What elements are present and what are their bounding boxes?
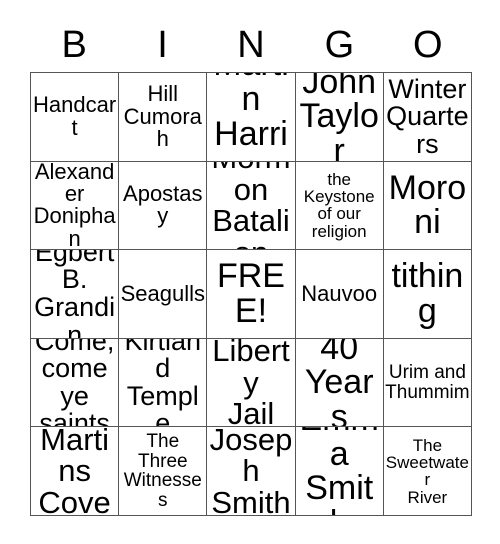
bingo-cell-label: Martin Harris — [213, 73, 289, 161]
bingo-cell-r3c2[interactable]: Seagulls — [119, 250, 208, 339]
bingo-cell-label: Seagulls — [120, 280, 205, 306]
bingo-cell-r5c4[interactable]: Emma Smith — [295, 427, 384, 516]
bingo-cell-label: Martins Cove — [38, 427, 111, 516]
bingo-cell-r5c1[interactable]: Martins Cove — [31, 427, 120, 516]
bingo-cell-label: Joseph Smith — [209, 427, 293, 516]
bingo-header-letter-n: N — [237, 24, 265, 66]
bingo-cell-label: Moroni — [388, 168, 467, 242]
bingo-cell-label: The Three Witnesses — [123, 431, 202, 511]
bingo-header-letter-g: G — [324, 24, 355, 66]
bingo-cell-r2c3[interactable]: Mormon Batalion — [207, 161, 296, 251]
bingo-cell-label: Come, come ye saints — [34, 338, 115, 428]
bingo-cell-r1c5[interactable]: Winter Quarters — [383, 73, 472, 162]
bingo-cell-label: Winter Quarters — [386, 73, 469, 159]
bingo-cell-label: 40 Years — [304, 338, 374, 428]
bingo-cell-r4c4[interactable]: 40 Years — [295, 338, 384, 428]
bingo-cell-label: Apostasy — [123, 180, 203, 229]
bingo-cell-label: Kirtland Temple — [124, 338, 202, 428]
bingo-cell-label: Emma Smith — [300, 427, 379, 515]
bingo-cell-r4c5[interactable]: Urim and Thummim — [383, 338, 472, 428]
bingo-cell-r2c5[interactable]: Moroni — [383, 161, 472, 251]
bingo-cell-label: tithing — [391, 257, 464, 330]
bingo-cell-label: Liberty Jail — [212, 338, 290, 428]
bingo-cell-r5c3[interactable]: Joseph Smith — [207, 427, 296, 516]
bingo-cell-r2c4[interactable]: the Keystone of our religion — [295, 161, 384, 251]
bingo-cell-label: Handcart — [33, 92, 117, 140]
bingo-cell-r1c2[interactable]: Hill Cumorah — [119, 73, 208, 162]
bingo-header-letter-i: I — [157, 24, 168, 66]
bingo-cell-label: FREE! — [216, 257, 285, 330]
bingo-cell-label: John Taylor — [299, 73, 379, 162]
bingo-cell-r3c4[interactable]: Nauvoo — [295, 250, 384, 339]
bingo-grid: Handcart Hill Cumorah Martin Harris John… — [30, 72, 472, 516]
bingo-cell-r4c3[interactable]: Liberty Jail — [207, 338, 296, 428]
bingo-cell-label: Alexander Doniphan — [33, 161, 116, 251]
bingo-cell-r5c2[interactable]: The Three Witnesses — [119, 427, 208, 516]
bingo-cell-label: Nauvoo — [301, 280, 378, 306]
bingo-header-letter-o: O — [412, 24, 443, 66]
bingo-cell-r4c2[interactable]: Kirtland Temple — [119, 338, 208, 428]
bingo-cell-label: Hill Cumorah — [123, 81, 202, 152]
bingo-cell-free-space[interactable]: FREE! — [207, 250, 296, 339]
bingo-cell-label: Egbert B. Grandin — [34, 250, 116, 339]
bingo-header-row: B I N G O — [30, 18, 472, 72]
bingo-cell-r4c1[interactable]: Come, come ye saints — [31, 338, 120, 428]
bingo-cell-r1c1[interactable]: Handcart — [31, 73, 120, 162]
bingo-cell-r5c5[interactable]: The Sweetwater River — [383, 427, 472, 516]
bingo-cell-r2c1[interactable]: Alexander Doniphan — [31, 161, 120, 251]
bingo-header-letter-b: B — [61, 24, 87, 66]
bingo-cell-label: the Keystone of our religion — [303, 169, 375, 241]
bingo-cell-r3c5[interactable]: tithing — [383, 250, 472, 339]
bingo-cell-r3c1[interactable]: Egbert B. Grandin — [31, 250, 120, 339]
bingo-cell-label: Urim and Thummim — [385, 362, 470, 403]
bingo-cell-r1c4[interactable]: John Taylor — [295, 73, 384, 162]
bingo-cell-r2c2[interactable]: Apostasy — [119, 161, 208, 251]
bingo-cell-label: The Sweetwater River — [385, 435, 469, 507]
bingo-card: B I N G O Handcart Hill Cumorah Martin H… — [0, 0, 500, 544]
bingo-cell-label: Mormon Batalion — [211, 162, 290, 250]
bingo-cell-r1c3[interactable]: Martin Harris — [207, 73, 296, 162]
